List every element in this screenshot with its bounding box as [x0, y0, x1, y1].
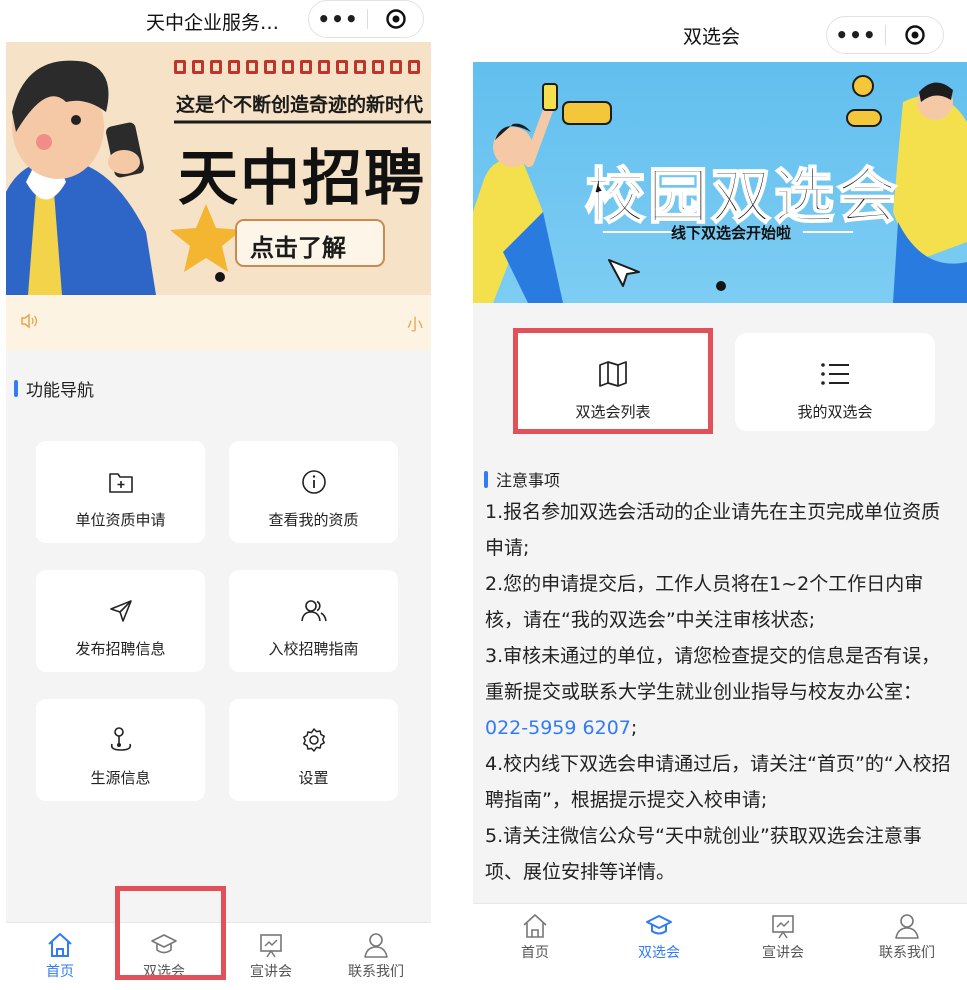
- banner-subtitle: 线下双选会开始啦: [671, 224, 792, 242]
- banner-slogan: 这是个不断创造奇迹的新时代: [176, 94, 424, 116]
- graduation-cap-icon: [645, 912, 673, 942]
- gear-icon: [301, 725, 327, 755]
- users-icon: [300, 596, 328, 626]
- notes-text: 1.报名参加双选会活动的企业请先在主页完成单位资质申请; 2.您的申请提交后，工…: [485, 494, 955, 890]
- right-phone-screen: 双选会 ••• 校园双选会 线下双选会开始啦 双选会列表 我的双选会 注意事项 …: [473, 0, 967, 990]
- banner-cta-button[interactable]: 点击了解: [250, 228, 346, 263]
- carousel-indicator-dot[interactable]: [215, 272, 225, 282]
- card-job-fair-list[interactable]: 双选会列表: [513, 333, 713, 431]
- nav-card-post-job[interactable]: 发布招聘信息: [36, 570, 205, 672]
- bottom-tab-bar: 首页 双选会 宣讲会 联系我们: [473, 903, 967, 990]
- tab-label: 联系我们: [879, 945, 935, 961]
- section-title-text: 注意事项: [496, 471, 561, 490]
- presentation-icon: [769, 912, 797, 942]
- notice-bar[interactable]: 小: [6, 295, 431, 351]
- nav-card-label: 查看我的资质: [268, 511, 359, 529]
- target-close-icon: [385, 9, 406, 29]
- title-bar: 双选会 •••: [473, 0, 967, 62]
- tab-home[interactable]: 首页: [485, 904, 585, 962]
- close-button[interactable]: [368, 8, 423, 30]
- tab-label: 联系我们: [348, 964, 404, 980]
- job-fair-banner[interactable]: 校园双选会 线下双选会开始啦: [473, 62, 967, 303]
- notice-text: 小: [406, 315, 423, 334]
- window-title: 天中企业服务…: [146, 12, 280, 34]
- note-text: 3.审核未通过的单位，请您检查提交的信息是否有误，重新提交或联系大学生就业创业指…: [485, 645, 941, 703]
- banner-headline: 天中招聘: [178, 144, 426, 214]
- nav-card-settings[interactable]: 设置: [229, 699, 398, 801]
- nav-card-qualification-apply[interactable]: 单位资质申请: [36, 441, 205, 543]
- nav-card-student-source[interactable]: 生源信息: [36, 699, 205, 801]
- nav-card-label: 生源信息: [90, 769, 151, 787]
- window-title: 双选会: [683, 26, 741, 48]
- tab-seminar[interactable]: 宣讲会: [733, 904, 833, 962]
- section-accent-bar: [14, 380, 18, 397]
- tab-job-fair[interactable]: 双选会: [114, 923, 214, 981]
- send-icon: [108, 596, 134, 626]
- nav-card-campus-guide[interactable]: 入校招聘指南: [229, 570, 398, 672]
- note-item: 2.您的申请提交后，工作人员将在1~2个工作日内审核，请在“我的双选会”中关注审…: [485, 573, 924, 631]
- graduation-cap-icon: [150, 931, 178, 961]
- nav-card-label: 设置: [298, 769, 329, 787]
- carousel-indicator-dot[interactable]: [716, 281, 726, 291]
- nav-card-label: 单位资质申请: [75, 511, 166, 529]
- speaker-icon: [20, 313, 38, 333]
- map-icon: [598, 359, 628, 389]
- more-menu-button[interactable]: •••: [827, 16, 885, 54]
- bottom-tab-bar: 首页 双选会 宣讲会 联系我们: [6, 922, 431, 990]
- nav-card-my-qualification[interactable]: 查看我的资质: [229, 441, 398, 543]
- card-my-job-fair[interactable]: 我的双选会: [735, 333, 935, 431]
- section-accent-bar: [484, 470, 488, 488]
- mini-program-capsule: •••: [308, 0, 424, 38]
- section-title-notes: 注意事项: [484, 467, 560, 491]
- info-circle-icon: [301, 467, 327, 497]
- tab-home[interactable]: 首页: [10, 923, 110, 981]
- tab-label: 双选会: [638, 945, 680, 961]
- nav-card-label: 发布招聘信息: [75, 640, 166, 658]
- user-icon: [362, 931, 390, 961]
- tab-label: 宣讲会: [250, 964, 292, 980]
- recruit-banner[interactable]: 这是个不断创造奇迹的新时代 天中招聘 点击了解: [6, 42, 431, 295]
- list-icon: [820, 359, 850, 389]
- left-phone-screen: 天中企业服务… ••• 这是个不断创造奇迹的新时代 天中招聘 点击了解 小 功能…: [6, 0, 431, 990]
- section-title-nav: 功能导航: [14, 376, 94, 401]
- note-text: ;: [630, 717, 638, 739]
- more-menu-button[interactable]: •••: [309, 0, 367, 38]
- card-label: 双选会列表: [575, 403, 651, 421]
- user-icon: [893, 912, 921, 942]
- tab-label: 首页: [521, 945, 549, 961]
- card-label: 我的双选会: [797, 403, 873, 421]
- section-title-text: 功能导航: [26, 381, 94, 401]
- note-item: 1.报名参加双选会活动的企业请先在主页完成单位资质申请;: [485, 501, 941, 559]
- close-button[interactable]: [886, 24, 943, 46]
- tab-label: 双选会: [143, 964, 185, 980]
- home-icon: [46, 931, 74, 961]
- presentation-icon: [257, 931, 285, 961]
- mini-program-capsule: •••: [826, 16, 944, 54]
- tab-seminar[interactable]: 宣讲会: [221, 923, 321, 981]
- tab-job-fair[interactable]: 双选会: [609, 904, 709, 962]
- tab-label: 首页: [46, 964, 74, 980]
- tab-label: 宣讲会: [762, 945, 804, 961]
- tab-contact[interactable]: 联系我们: [857, 904, 957, 962]
- joystick-icon: [108, 725, 134, 755]
- note-item: 4.校内线下双选会申请通过后，请关注“首页”的“入校招聘指南”，根据提示提交入校…: [485, 753, 951, 811]
- target-close-icon: [904, 25, 925, 45]
- note-item: 5.请关注微信公众号“天中就创业”获取双选会注意事项、展位安排等详情。: [485, 825, 922, 883]
- title-bar: 天中企业服务… •••: [6, 0, 431, 42]
- nav-card-label: 入校招聘指南: [268, 640, 359, 658]
- tab-contact[interactable]: 联系我们: [326, 923, 426, 981]
- folder-plus-icon: [108, 467, 134, 497]
- note-item: 3.审核未通过的单位，请您检查提交的信息是否有误，重新提交或联系大学生就业创业指…: [485, 638, 955, 746]
- home-icon: [521, 912, 549, 942]
- contact-phone-link[interactable]: 022-5959 6207: [485, 717, 631, 739]
